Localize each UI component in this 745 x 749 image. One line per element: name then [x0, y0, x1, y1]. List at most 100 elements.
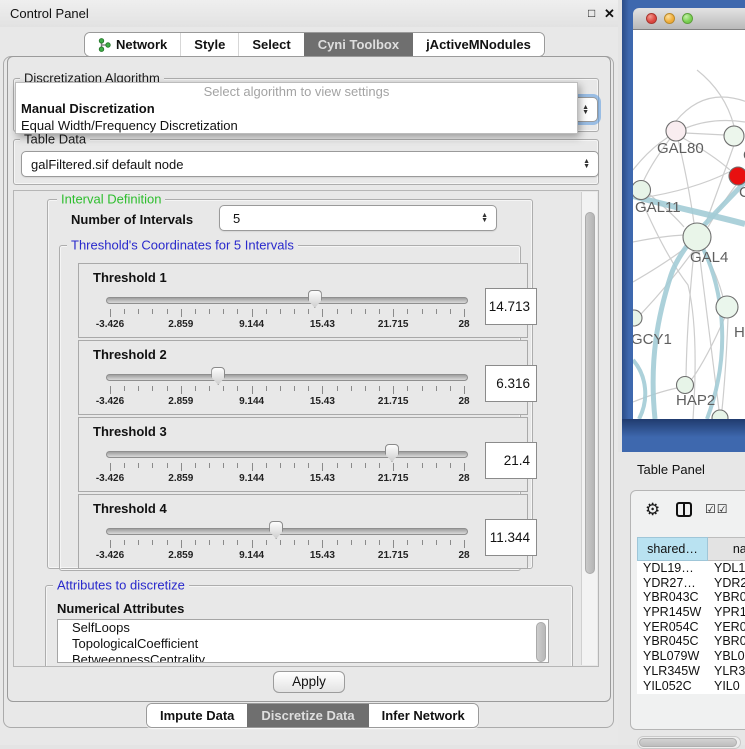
tab-network[interactable]: Network [85, 33, 180, 56]
network-window-titlebar[interactable] [633, 8, 745, 30]
table-toolbar: ⚙ ☑☑ [631, 499, 745, 523]
cell[interactable]: YLR3 [708, 664, 745, 679]
tab-select[interactable]: Select [238, 33, 303, 56]
network-canvas[interactable]: GAL80G.CGAL11GAL4GCY1HHAP2 [633, 30, 745, 419]
dropdown-option-manual-discretization[interactable]: Manual Discretization [16, 100, 577, 117]
tab-label: jActiveMNodules [426, 37, 531, 52]
tab-label: Network [116, 37, 167, 52]
attributes-list-scrollbar[interactable] [536, 622, 546, 662]
table-row[interactable]: YBR045C YBR0 [637, 634, 745, 649]
close-window-icon[interactable] [646, 13, 657, 24]
network-node-C[interactable] [729, 167, 745, 185]
table-row[interactable]: YPR145W YPR1 [637, 605, 745, 620]
network-node-GAL11[interactable] [633, 181, 651, 200]
threshold-4-slider-thumb[interactable] [269, 521, 283, 539]
table-row[interactable]: YBR043C YBR0 [637, 590, 745, 605]
node-label: H [734, 324, 745, 341]
cell[interactable]: YER0 [708, 620, 745, 635]
close-panel-icon[interactable]: ✕ [604, 6, 615, 22]
minimize-window-icon[interactable] [664, 13, 675, 24]
cell[interactable]: YER054C [637, 620, 708, 635]
tick-label: -3.426 [96, 319, 124, 330]
table-data-combobox[interactable]: galFiltered.sif default node ▲▼ [21, 151, 599, 177]
list-item[interactable]: SelfLoops [58, 620, 548, 636]
cell[interactable]: YDL1 [708, 561, 745, 576]
numerical-attributes-list[interactable]: SelfLoops TopologicalCoefficient Between… [57, 619, 549, 663]
threshold-2-value-field[interactable]: 6.316 [485, 365, 537, 402]
tick-label: 15.43 [310, 473, 335, 484]
settings-scrollbar-thumb[interactable] [585, 212, 595, 574]
tab-cyni-toolbox[interactable]: Cyni Toolbox [304, 33, 412, 56]
table-row[interactable]: YER054C YER0 [637, 620, 745, 635]
zoom-window-icon[interactable] [682, 13, 693, 24]
cell[interactable]: YIL0 [708, 679, 745, 694]
threshold-4-slider-track[interactable] [106, 528, 468, 535]
settings-scroll-panel: Interval Definition Number of Intervals … [13, 190, 599, 667]
threshold-4-value-field[interactable]: 11.344 [485, 519, 537, 556]
cell[interactable]: YPR1 [708, 605, 745, 620]
select-columns-icons[interactable]: ☑☑ [705, 502, 729, 516]
tick-label: -3.426 [96, 550, 124, 561]
column-header-shared-name[interactable]: shared… [637, 537, 708, 561]
network-node-unnamed[interactable] [712, 410, 728, 419]
cell[interactable]: YPR145W [637, 605, 708, 620]
threshold-1-slider-thumb[interactable] [308, 290, 322, 308]
bottom-tabbar: Impute Data Discretize Data Infer Networ… [146, 703, 479, 728]
list-item[interactable]: BetweennessCentrality [58, 652, 548, 663]
threshold-2-slider-track[interactable] [106, 374, 468, 381]
combo-arrows-icon: ▲▼ [583, 159, 590, 169]
tick-label: 28 [458, 396, 469, 407]
float-panel-icon[interactable]: □ [588, 6, 595, 20]
threshold-2-slider-thumb[interactable] [211, 367, 225, 385]
tick-label: 15.43 [310, 396, 335, 407]
threshold-3-slider-track[interactable] [106, 451, 468, 458]
gear-icon[interactable]: ⚙ [645, 500, 660, 520]
column-header-name[interactable]: name [708, 537, 745, 561]
settings-scrollbar[interactable] [581, 192, 597, 665]
threshold-3-slider-thumb[interactable] [385, 444, 399, 462]
cell[interactable]: YBR0 [708, 590, 745, 605]
network-node-GAL80[interactable] [666, 121, 686, 141]
threshold-3-value-field[interactable]: 21.4 [485, 442, 537, 479]
cell[interactable]: YBR0 [708, 634, 745, 649]
number-of-intervals-combobox[interactable]: 5 ▲▼ [219, 205, 497, 231]
table-row[interactable]: YDL19… YDL1 [637, 561, 745, 576]
threshold-1-value-field[interactable]: 14.713 [485, 288, 537, 325]
tab-infer-network[interactable]: Infer Network [368, 704, 478, 727]
cell[interactable]: YBL0 [708, 649, 745, 664]
cell[interactable]: YBL079W [637, 649, 708, 664]
table-row[interactable]: YIL052C YIL0 [637, 679, 745, 694]
table-row[interactable]: YDR27… YDR2 [637, 576, 745, 591]
apply-button[interactable]: Apply [273, 671, 345, 693]
network-node-G.[interactable] [724, 126, 744, 146]
dropdown-option-equal-width[interactable]: Equal Width/Frequency Discretization [16, 117, 577, 134]
tab-label: Style [194, 37, 225, 52]
table-row[interactable]: YBL079W YBL0 [637, 649, 745, 664]
tab-impute-data[interactable]: Impute Data [147, 704, 247, 727]
tick-label: 2.859 [168, 396, 193, 407]
list-item[interactable]: TopologicalCoefficient [58, 636, 548, 652]
threshold-1-label: Threshold 1 [93, 270, 167, 285]
cell[interactable]: YDR27… [637, 576, 708, 591]
number-of-intervals-value: 5 [233, 211, 240, 226]
tab-style[interactable]: Style [180, 33, 238, 56]
cell[interactable]: YBR045C [637, 634, 708, 649]
network-node-HAP2[interactable] [677, 377, 694, 394]
cell[interactable]: YDL19… [637, 561, 708, 576]
columns-icon[interactable] [676, 502, 692, 517]
tab-label: Infer Network [382, 708, 465, 723]
cell[interactable]: YIL052C [637, 679, 708, 694]
table-horizontal-scrollbar-thumb[interactable] [639, 738, 737, 747]
tab-jactivemnodules[interactable]: jActiveMNodules [412, 33, 544, 56]
control-panel: Control Panel □ ✕ Network Style Select C… [0, 0, 618, 745]
cell[interactable]: YLR345W [637, 664, 708, 679]
tab-discretize-data[interactable]: Discretize Data [247, 704, 367, 727]
cell[interactable]: YBR043C [637, 590, 708, 605]
table-horizontal-scrollbar[interactable] [637, 736, 741, 749]
threshold-1-slider-track[interactable] [106, 297, 468, 304]
table-row[interactable]: YLR345W YLR3 [637, 664, 745, 679]
network-node-GCY1[interactable] [633, 310, 642, 326]
cell[interactable]: YDR2 [708, 576, 745, 591]
network-node-H[interactable] [716, 296, 738, 318]
network-node-GAL4[interactable] [683, 223, 711, 251]
